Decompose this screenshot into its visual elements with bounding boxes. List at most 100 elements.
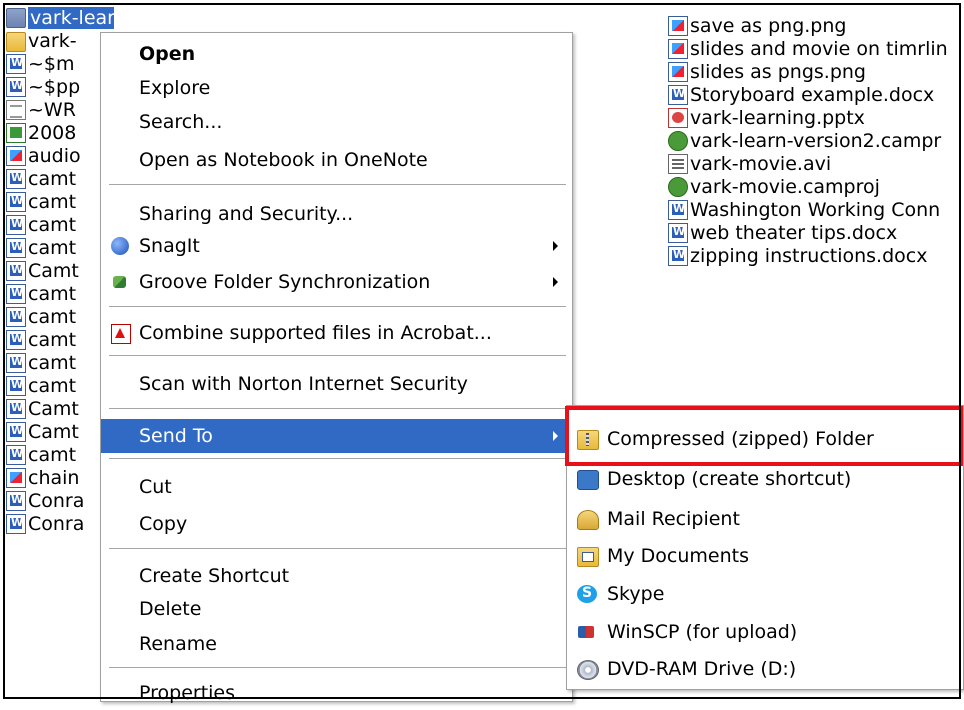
camtasia-project-icon bbox=[668, 131, 688, 151]
file-item[interactable]: 2008 bbox=[6, 121, 114, 145]
image-icon bbox=[668, 39, 688, 59]
file-item[interactable]: camt bbox=[6, 282, 114, 306]
file-item[interactable]: Camt bbox=[6, 420, 114, 444]
file-item[interactable]: camt bbox=[6, 236, 114, 260]
send-to-desktop[interactable]: Desktop (create shortcut) bbox=[567, 459, 963, 499]
file-item[interactable]: Camt bbox=[6, 259, 114, 283]
doc-icon bbox=[668, 246, 688, 266]
menu-item-create-shortcut[interactable]: Create Shortcut bbox=[101, 559, 572, 593]
doc-icon bbox=[6, 422, 26, 442]
snagit-icon bbox=[111, 237, 129, 255]
mail-icon bbox=[577, 510, 599, 530]
doc-icon bbox=[6, 169, 26, 189]
doc-icon bbox=[6, 353, 26, 373]
file-item[interactable]: Storyboard example.docx bbox=[668, 83, 964, 107]
file-item[interactable]: Conra bbox=[6, 489, 114, 513]
send-to-dvd-drive[interactable]: DVD-RAM Drive (D:) bbox=[567, 649, 963, 689]
file-item[interactable]: vark-learn-version2.campr bbox=[668, 129, 964, 153]
menu-item-label: Properties bbox=[139, 682, 236, 704]
file-item[interactable]: web theater tips.docx bbox=[668, 221, 964, 245]
file-item[interactable]: vark-learning.pptx bbox=[668, 106, 964, 130]
menu-item-sharing-security[interactable]: Sharing and Security... bbox=[101, 197, 572, 231]
file-item[interactable]: vark-movie.camproj bbox=[668, 175, 964, 199]
file-item[interactable]: chain bbox=[6, 466, 114, 490]
menu-item-send-to[interactable]: Send To bbox=[101, 419, 572, 453]
send-to-winscp[interactable]: WinSCP (for upload) bbox=[567, 612, 963, 652]
doc-icon bbox=[6, 514, 26, 534]
file-item[interactable]: save as png.png bbox=[668, 14, 964, 38]
file-item[interactable]: vark- bbox=[6, 29, 114, 53]
doc-icon bbox=[6, 330, 26, 350]
menu-item-label: Combine supported files in Acrobat... bbox=[139, 322, 492, 344]
file-item[interactable]: camt bbox=[6, 374, 114, 398]
send-to-compressed-folder[interactable]: Compressed (zipped) Folder bbox=[567, 419, 963, 459]
file-name: camt bbox=[28, 352, 77, 374]
menu-item-label: Open bbox=[139, 43, 196, 65]
doc-icon bbox=[6, 491, 26, 511]
file-item[interactable]: camt bbox=[6, 328, 114, 352]
menu-item-label: Mail Recipient bbox=[607, 508, 740, 530]
file-item[interactable]: Washington Working Conn bbox=[668, 198, 964, 222]
menu-item-combine-acrobat[interactable]: Combine supported files in Acrobat... bbox=[101, 316, 572, 350]
menu-item-norton-scan[interactable]: Scan with Norton Internet Security bbox=[101, 367, 572, 401]
file-item[interactable]: camt bbox=[6, 443, 114, 467]
file-item[interactable]: ~$m bbox=[6, 52, 114, 76]
file-item[interactable]: vark-movie.avi bbox=[668, 152, 964, 176]
menu-item-label: Groove Folder Synchronization bbox=[139, 271, 431, 293]
send-to-skype[interactable]: Skype bbox=[567, 574, 963, 614]
send-to-mail-recipient[interactable]: Mail Recipient bbox=[567, 499, 963, 539]
file-name: zipping instructions.docx bbox=[690, 245, 928, 267]
image-icon bbox=[668, 16, 688, 36]
menu-separator bbox=[109, 458, 566, 459]
acrobat-icon bbox=[111, 324, 131, 344]
menu-item-label: Sharing and Security... bbox=[139, 203, 354, 225]
file-item[interactable]: audio bbox=[6, 144, 114, 168]
doc-icon bbox=[6, 261, 26, 281]
menu-item-explore[interactable]: Explore bbox=[101, 71, 572, 105]
menu-item-copy[interactable]: Copy bbox=[101, 507, 572, 541]
file-item[interactable]: camt bbox=[6, 213, 114, 237]
file-item[interactable]: ~WR bbox=[6, 98, 114, 122]
file-name: camt bbox=[28, 329, 77, 351]
menu-item-groove[interactable]: Groove Folder Synchronization bbox=[101, 265, 572, 299]
menu-item-snagit[interactable]: SnagIt bbox=[101, 229, 572, 263]
file-name: ~WR bbox=[28, 99, 76, 121]
file-name: camt bbox=[28, 375, 77, 397]
menu-item-open[interactable]: Open bbox=[101, 37, 572, 71]
doc-icon bbox=[6, 376, 26, 396]
menu-item-rename[interactable]: Rename bbox=[101, 627, 572, 661]
file-name: ~$pp bbox=[28, 76, 81, 98]
send-to-submenu: Compressed (zipped) Folder Desktop (crea… bbox=[566, 405, 964, 690]
menu-item-delete[interactable]: Delete bbox=[101, 592, 572, 626]
menu-item-cut[interactable]: Cut bbox=[101, 470, 572, 504]
file-item[interactable]: Camt bbox=[6, 397, 114, 421]
menu-separator bbox=[109, 306, 566, 307]
doc-icon bbox=[6, 307, 26, 327]
submenu-arrow-icon bbox=[553, 431, 558, 441]
file-item[interactable]: camt bbox=[6, 351, 114, 375]
menu-item-label: Open as Notebook in OneNote bbox=[139, 149, 428, 171]
menu-item-label: Compressed (zipped) Folder bbox=[607, 428, 874, 450]
file-item[interactable]: slides and movie on timrlin bbox=[668, 37, 964, 61]
menu-item-label: Rename bbox=[139, 633, 217, 655]
file-item-vark-learning-folder[interactable]: vark-learning bbox=[6, 6, 114, 30]
doc-icon bbox=[6, 445, 26, 465]
dvd-drive-icon bbox=[577, 660, 599, 680]
file-item[interactable]: camt bbox=[6, 190, 114, 214]
file-item[interactable]: Conra bbox=[6, 512, 114, 536]
menu-item-properties[interactable]: Properties bbox=[101, 676, 572, 710]
image-icon bbox=[6, 146, 26, 166]
file-item[interactable]: slides as pngs.png bbox=[668, 60, 964, 84]
file-item[interactable]: zipping instructions.docx bbox=[668, 244, 964, 268]
file-name: Conra bbox=[28, 513, 85, 535]
file-item[interactable]: ~$pp bbox=[6, 75, 114, 99]
menu-separator bbox=[109, 667, 566, 668]
file-item[interactable]: camt bbox=[6, 167, 114, 191]
menu-item-open-onenote[interactable]: Open as Notebook in OneNote bbox=[101, 143, 572, 177]
file-name: camt bbox=[28, 306, 77, 328]
file-name: slides as pngs.png bbox=[690, 61, 866, 83]
menu-item-search[interactable]: Search... bbox=[101, 105, 572, 139]
doc-icon bbox=[6, 192, 26, 212]
send-to-my-documents[interactable]: My Documents bbox=[567, 536, 963, 576]
file-item[interactable]: camt bbox=[6, 305, 114, 329]
